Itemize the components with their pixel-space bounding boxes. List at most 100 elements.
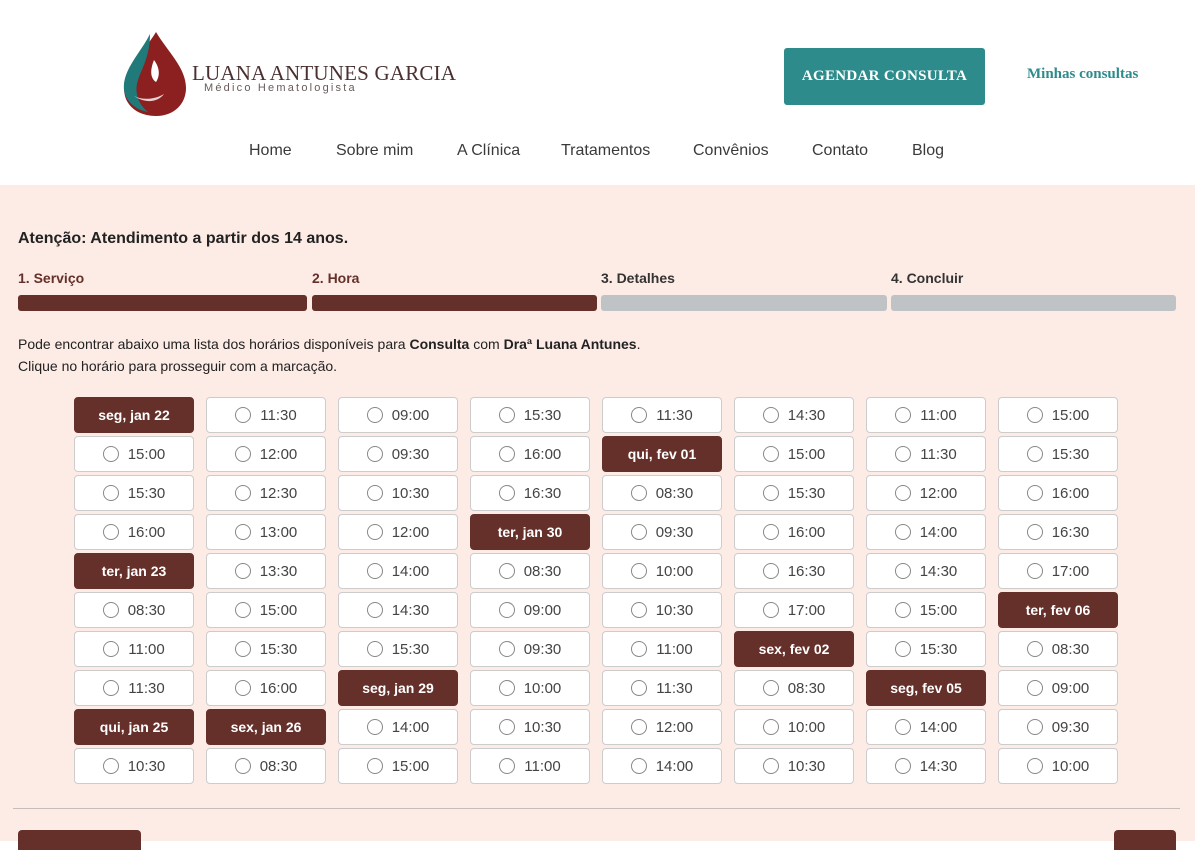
time-slot[interactable]: 16:00	[470, 436, 590, 472]
radio-icon[interactable]	[234, 446, 251, 462]
nav-clinic[interactable]: A Clínica	[457, 142, 520, 160]
time-slot[interactable]: 09:30	[470, 631, 590, 667]
time-slot[interactable]: 14:00	[602, 748, 722, 784]
radio-icon[interactable]	[1026, 680, 1043, 696]
radio-icon[interactable]	[366, 602, 383, 618]
nav-insurance[interactable]: Convênios	[693, 142, 769, 160]
time-slot[interactable]: 15:30	[206, 631, 326, 667]
radio-icon[interactable]	[1026, 446, 1043, 462]
time-slot[interactable]: 12:30	[206, 475, 326, 511]
time-slot[interactable]: 13:00	[206, 514, 326, 550]
radio-icon[interactable]	[762, 719, 779, 735]
time-slot[interactable]: 08:30	[74, 592, 194, 628]
time-slot[interactable]: 11:00	[602, 631, 722, 667]
time-slot[interactable]: 12:00	[866, 475, 986, 511]
time-slot[interactable]: 16:00	[734, 514, 854, 550]
time-slot[interactable]: 10:30	[470, 709, 590, 745]
radio-icon[interactable]	[895, 446, 912, 462]
time-slot[interactable]: 16:30	[998, 514, 1118, 550]
time-slot[interactable]: 13:30	[206, 553, 326, 589]
radio-icon[interactable]	[366, 446, 383, 462]
radio-icon[interactable]	[894, 602, 911, 618]
time-slot[interactable]: 17:00	[998, 553, 1118, 589]
radio-icon[interactable]	[894, 641, 911, 657]
time-slot[interactable]: 15:00	[74, 436, 194, 472]
time-slot[interactable]: 12:00	[206, 436, 326, 472]
time-slot[interactable]: 10:00	[602, 553, 722, 589]
time-slot[interactable]: 14:00	[866, 709, 986, 745]
time-slot[interactable]: 10:00	[998, 748, 1118, 784]
radio-icon[interactable]	[631, 407, 648, 423]
radio-icon[interactable]	[498, 602, 515, 618]
schedule-appointment-button[interactable]: AGENDAR CONSULTA	[784, 48, 985, 105]
time-slot[interactable]: 15:00	[734, 436, 854, 472]
time-slot[interactable]: 08:30	[602, 475, 722, 511]
time-slot[interactable]: 15:30	[998, 436, 1118, 472]
radio-icon[interactable]	[894, 563, 911, 579]
time-slot[interactable]: 11:30	[206, 397, 326, 433]
time-slot[interactable]: 14:30	[338, 592, 458, 628]
time-slot[interactable]: 17:00	[734, 592, 854, 628]
radio-icon[interactable]	[762, 446, 779, 462]
radio-icon[interactable]	[498, 680, 515, 696]
radio-icon[interactable]	[762, 524, 779, 540]
radio-icon[interactable]	[234, 524, 251, 540]
time-slot[interactable]: 14:00	[338, 709, 458, 745]
time-slot[interactable]: 08:30	[470, 553, 590, 589]
time-slot[interactable]: 14:00	[866, 514, 986, 550]
time-slot[interactable]: 09:00	[998, 670, 1118, 706]
radio-icon[interactable]	[895, 407, 912, 423]
time-slot[interactable]: 15:30	[338, 631, 458, 667]
radio-icon[interactable]	[366, 758, 383, 774]
time-slot[interactable]: 11:00	[470, 748, 590, 784]
time-slot[interactable]: 10:30	[338, 475, 458, 511]
nav-blog[interactable]: Blog	[912, 142, 944, 160]
time-slot[interactable]: 16:00	[206, 670, 326, 706]
time-slot[interactable]: 11:30	[74, 670, 194, 706]
radio-icon[interactable]	[894, 524, 911, 540]
radio-icon[interactable]	[102, 524, 119, 540]
radio-icon[interactable]	[366, 485, 383, 501]
time-slot[interactable]: 14:30	[734, 397, 854, 433]
radio-icon[interactable]	[762, 563, 779, 579]
radio-icon[interactable]	[498, 563, 515, 579]
time-slot[interactable]: 08:30	[734, 670, 854, 706]
nav-about[interactable]: Sobre mim	[336, 142, 413, 160]
time-slot[interactable]: 15:00	[206, 592, 326, 628]
radio-icon[interactable]	[234, 602, 251, 618]
time-slot[interactable]: 08:30	[998, 631, 1118, 667]
time-slot[interactable]: 15:30	[866, 631, 986, 667]
radio-icon[interactable]	[762, 758, 779, 774]
time-slot[interactable]: 11:30	[866, 436, 986, 472]
time-slot[interactable]: 16:30	[734, 553, 854, 589]
radio-icon[interactable]	[1026, 524, 1043, 540]
time-slot[interactable]: 10:30	[602, 592, 722, 628]
radio-icon[interactable]	[366, 719, 383, 735]
radio-icon[interactable]	[102, 758, 119, 774]
radio-icon[interactable]	[234, 758, 251, 774]
radio-icon[interactable]	[102, 485, 119, 501]
clinic-logo[interactable]: LUANA ANTUNES GARCIA Médico Hematologist…	[120, 30, 456, 120]
nav-contact[interactable]: Contato	[812, 142, 868, 160]
time-slot[interactable]: 16:00	[998, 475, 1118, 511]
time-slot[interactable]: 15:00	[998, 397, 1118, 433]
next-button[interactable]	[1114, 830, 1176, 850]
time-slot[interactable]: 10:00	[470, 670, 590, 706]
my-appointments-link[interactable]: Minhas consultas	[1027, 66, 1138, 83]
radio-icon[interactable]	[498, 719, 515, 735]
time-slot[interactable]: 15:30	[74, 475, 194, 511]
time-slot[interactable]: 10:30	[74, 748, 194, 784]
radio-icon[interactable]	[1026, 485, 1043, 501]
time-slot[interactable]: 11:30	[602, 397, 722, 433]
time-slot[interactable]: 12:00	[602, 709, 722, 745]
time-slot[interactable]: 15:00	[866, 592, 986, 628]
radio-icon[interactable]	[894, 485, 911, 501]
radio-icon[interactable]	[234, 680, 251, 696]
time-slot[interactable]: 16:30	[470, 475, 590, 511]
radio-icon[interactable]	[366, 641, 383, 657]
radio-icon[interactable]	[631, 641, 648, 657]
radio-icon[interactable]	[102, 602, 119, 618]
time-slot[interactable]: 08:30	[206, 748, 326, 784]
radio-icon[interactable]	[1026, 719, 1043, 735]
radio-icon[interactable]	[498, 485, 515, 501]
